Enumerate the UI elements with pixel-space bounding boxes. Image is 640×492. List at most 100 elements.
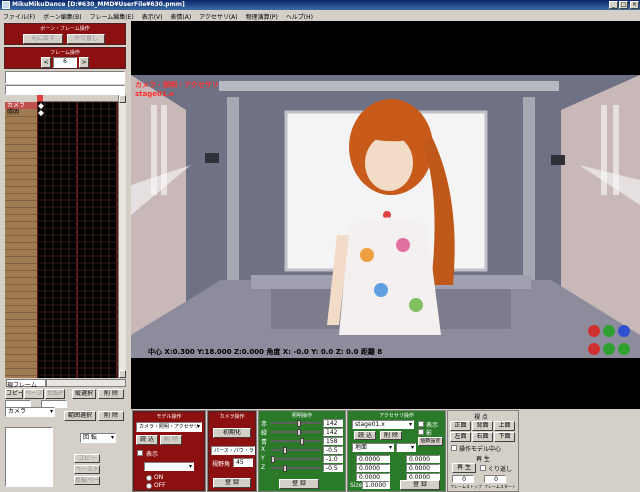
loop-checkbox[interactable] xyxy=(480,465,486,471)
bone-reverse-paste-button[interactable]: 反転ペースト xyxy=(74,476,100,485)
gizmo-rotate-x-icon[interactable] xyxy=(588,343,600,355)
accessory-settings-button[interactable]: 個数設定 xyxy=(418,437,443,446)
frame-number-field[interactable]: 6 xyxy=(53,57,77,68)
timeline-vertical-scrollbar[interactable] xyxy=(118,95,126,378)
close-button[interactable]: × xyxy=(630,1,639,9)
model-sub-select[interactable] xyxy=(144,462,194,471)
light-register-button[interactable]: 登 録 xyxy=(279,479,319,489)
frame-delete-button[interactable]: 削 除 xyxy=(98,411,124,421)
reverse-paste-button[interactable]: 反転P xyxy=(45,389,65,399)
camera-reset-button[interactable]: 初期化 xyxy=(213,428,251,438)
light-slider-thumb[interactable] xyxy=(282,447,287,454)
play-from-field[interactable]: 0 xyxy=(452,475,474,483)
scroll-up-arrow[interactable] xyxy=(119,95,126,103)
light-slider-track[interactable] xyxy=(271,440,321,442)
model-load-button[interactable]: 読 込 xyxy=(136,435,158,445)
menu-view[interactable]: 表示(V) xyxy=(139,10,166,21)
prev-frame-button[interactable]: < xyxy=(41,57,51,68)
light-slider-thumb[interactable] xyxy=(299,438,304,445)
undo-button[interactable]: 元に戻す xyxy=(23,34,63,44)
menu-file[interactable]: ファイル(F) xyxy=(0,10,38,21)
menu-physics[interactable]: 物理演算(P) xyxy=(243,10,281,21)
accessory-rx-field[interactable]: 0.0000 xyxy=(406,455,440,463)
model-select[interactable]: カメラ・照明・アクセサリ xyxy=(136,422,202,432)
bone-paste-button[interactable]: ペースト xyxy=(74,465,100,474)
menu-expression[interactable]: 表情(A) xyxy=(167,10,194,21)
maximize-button[interactable]: □ xyxy=(619,1,628,9)
light-slider-track[interactable] xyxy=(271,458,321,460)
track-light[interactable]: 照明 xyxy=(5,109,37,116)
light-slider-thumb[interactable] xyxy=(296,429,301,436)
range-select-button[interactable]: 範囲選択 xyxy=(64,411,96,421)
accessory-parent-select[interactable]: 地面 xyxy=(352,443,394,452)
menu-frame-edit[interactable]: フレーム編集(E) xyxy=(86,10,136,21)
accessory-load-button[interactable]: 読 込 xyxy=(354,431,376,440)
light-value-field[interactable]: -0.5 xyxy=(323,446,343,454)
scroll-down-arrow[interactable] xyxy=(119,370,126,378)
light-value-field[interactable]: 142 xyxy=(323,428,343,436)
redo-button[interactable]: やり直し xyxy=(67,34,105,44)
bone-copy-button[interactable]: コピー xyxy=(74,454,100,463)
perspective-field[interactable]: パース・パウ・ライン xyxy=(211,446,255,455)
accessory-shadow-checkbox[interactable] xyxy=(418,429,424,435)
fov-field[interactable]: 45 xyxy=(233,458,253,467)
model-delete-button[interactable]: 削 除 xyxy=(160,435,182,445)
view-front-button[interactable]: 正面 xyxy=(450,421,471,431)
window-title: MikuMikuDance [D:¥630_MMD¥UserFile¥630.p… xyxy=(12,1,185,8)
accessory-display-checkbox[interactable] xyxy=(418,421,424,427)
view-right-button[interactable]: 右面 xyxy=(472,432,493,442)
gizmo-rotate-y-icon[interactable] xyxy=(603,343,615,355)
view-top-button[interactable]: 上面 xyxy=(494,421,515,431)
accessory-delete-button[interactable]: 削 除 xyxy=(380,431,402,440)
scene-render[interactable]: カメラ・照明・アクセサリ stage01.x xyxy=(131,75,640,358)
view-left-button[interactable]: 左面 xyxy=(450,432,471,442)
light-value-field[interactable]: 158 xyxy=(323,437,343,445)
view-back-button[interactable]: 背面 xyxy=(472,421,493,431)
view-bottom-button[interactable]: 下面 xyxy=(494,432,515,442)
accessory-size-field[interactable]: 1.0000 xyxy=(362,481,390,489)
gizmo-z-icon[interactable] xyxy=(618,325,630,337)
timeline-grid[interactable] xyxy=(37,95,118,378)
model-center-checkbox[interactable] xyxy=(451,445,457,451)
gizmo-x-icon[interactable] xyxy=(588,325,600,337)
keyframe-light[interactable] xyxy=(38,110,44,116)
timeline-horizontal-scrollbar[interactable] xyxy=(46,379,126,387)
light-value-field[interactable]: -1.0 xyxy=(323,455,343,463)
menu-help[interactable]: ヘルプ(H) xyxy=(283,10,316,21)
light-slider-track[interactable] xyxy=(271,467,321,469)
bone-list[interactable] xyxy=(5,427,53,487)
off-radio[interactable] xyxy=(146,483,152,489)
light-slider-thumb[interactable] xyxy=(282,465,287,472)
paste-button[interactable]: ペースト xyxy=(24,389,44,399)
accessory-z-field[interactable]: 0.0000 xyxy=(356,473,390,481)
next-frame-button[interactable]: > xyxy=(79,57,89,68)
light-slider-thumb[interactable] xyxy=(271,456,275,463)
accessory-y-field[interactable]: 0.0000 xyxy=(356,464,390,472)
play-to-field[interactable]: 0 xyxy=(484,475,506,483)
copy-button[interactable]: コピー xyxy=(5,389,23,399)
on-radio[interactable] xyxy=(146,475,152,481)
gizmo-move-icon[interactable] xyxy=(618,343,630,355)
accessory-ry-field[interactable]: 0.0000 xyxy=(406,464,440,472)
minimize-button[interactable]: _ xyxy=(609,1,618,9)
rotate-select[interactable]: 回 転 xyxy=(80,433,116,443)
delete-button[interactable]: 削 除 xyxy=(98,389,124,399)
menu-accessory[interactable]: アクセサリ(A) xyxy=(196,10,241,21)
track-camera[interactable]: カメラ xyxy=(5,102,37,109)
play-button[interactable]: 再 生 xyxy=(452,463,476,473)
gizmo-y-icon[interactable] xyxy=(603,325,615,337)
accessory-bone-select[interactable] xyxy=(396,443,416,452)
menu-bone-edit[interactable]: ボーン編集(B) xyxy=(40,10,85,21)
camera-register-button[interactable]: 登 録 xyxy=(213,478,251,488)
accessory-select[interactable]: stage01.x xyxy=(352,420,414,429)
model-display-checkbox[interactable] xyxy=(137,450,143,456)
light-value-field[interactable]: -0.5 xyxy=(323,464,343,472)
light-slider-thumb[interactable] xyxy=(296,420,301,427)
accessory-register-button[interactable]: 登 録 xyxy=(400,480,440,490)
vertical-select-button[interactable]: 縦選択 xyxy=(72,389,96,399)
track-type-select[interactable]: カメラ xyxy=(5,407,55,417)
keyframe-camera[interactable] xyxy=(38,103,44,109)
light-slider-track[interactable] xyxy=(271,449,321,451)
accessory-x-field[interactable]: 0.0000 xyxy=(356,455,390,463)
light-value-field[interactable]: 142 xyxy=(323,419,343,427)
